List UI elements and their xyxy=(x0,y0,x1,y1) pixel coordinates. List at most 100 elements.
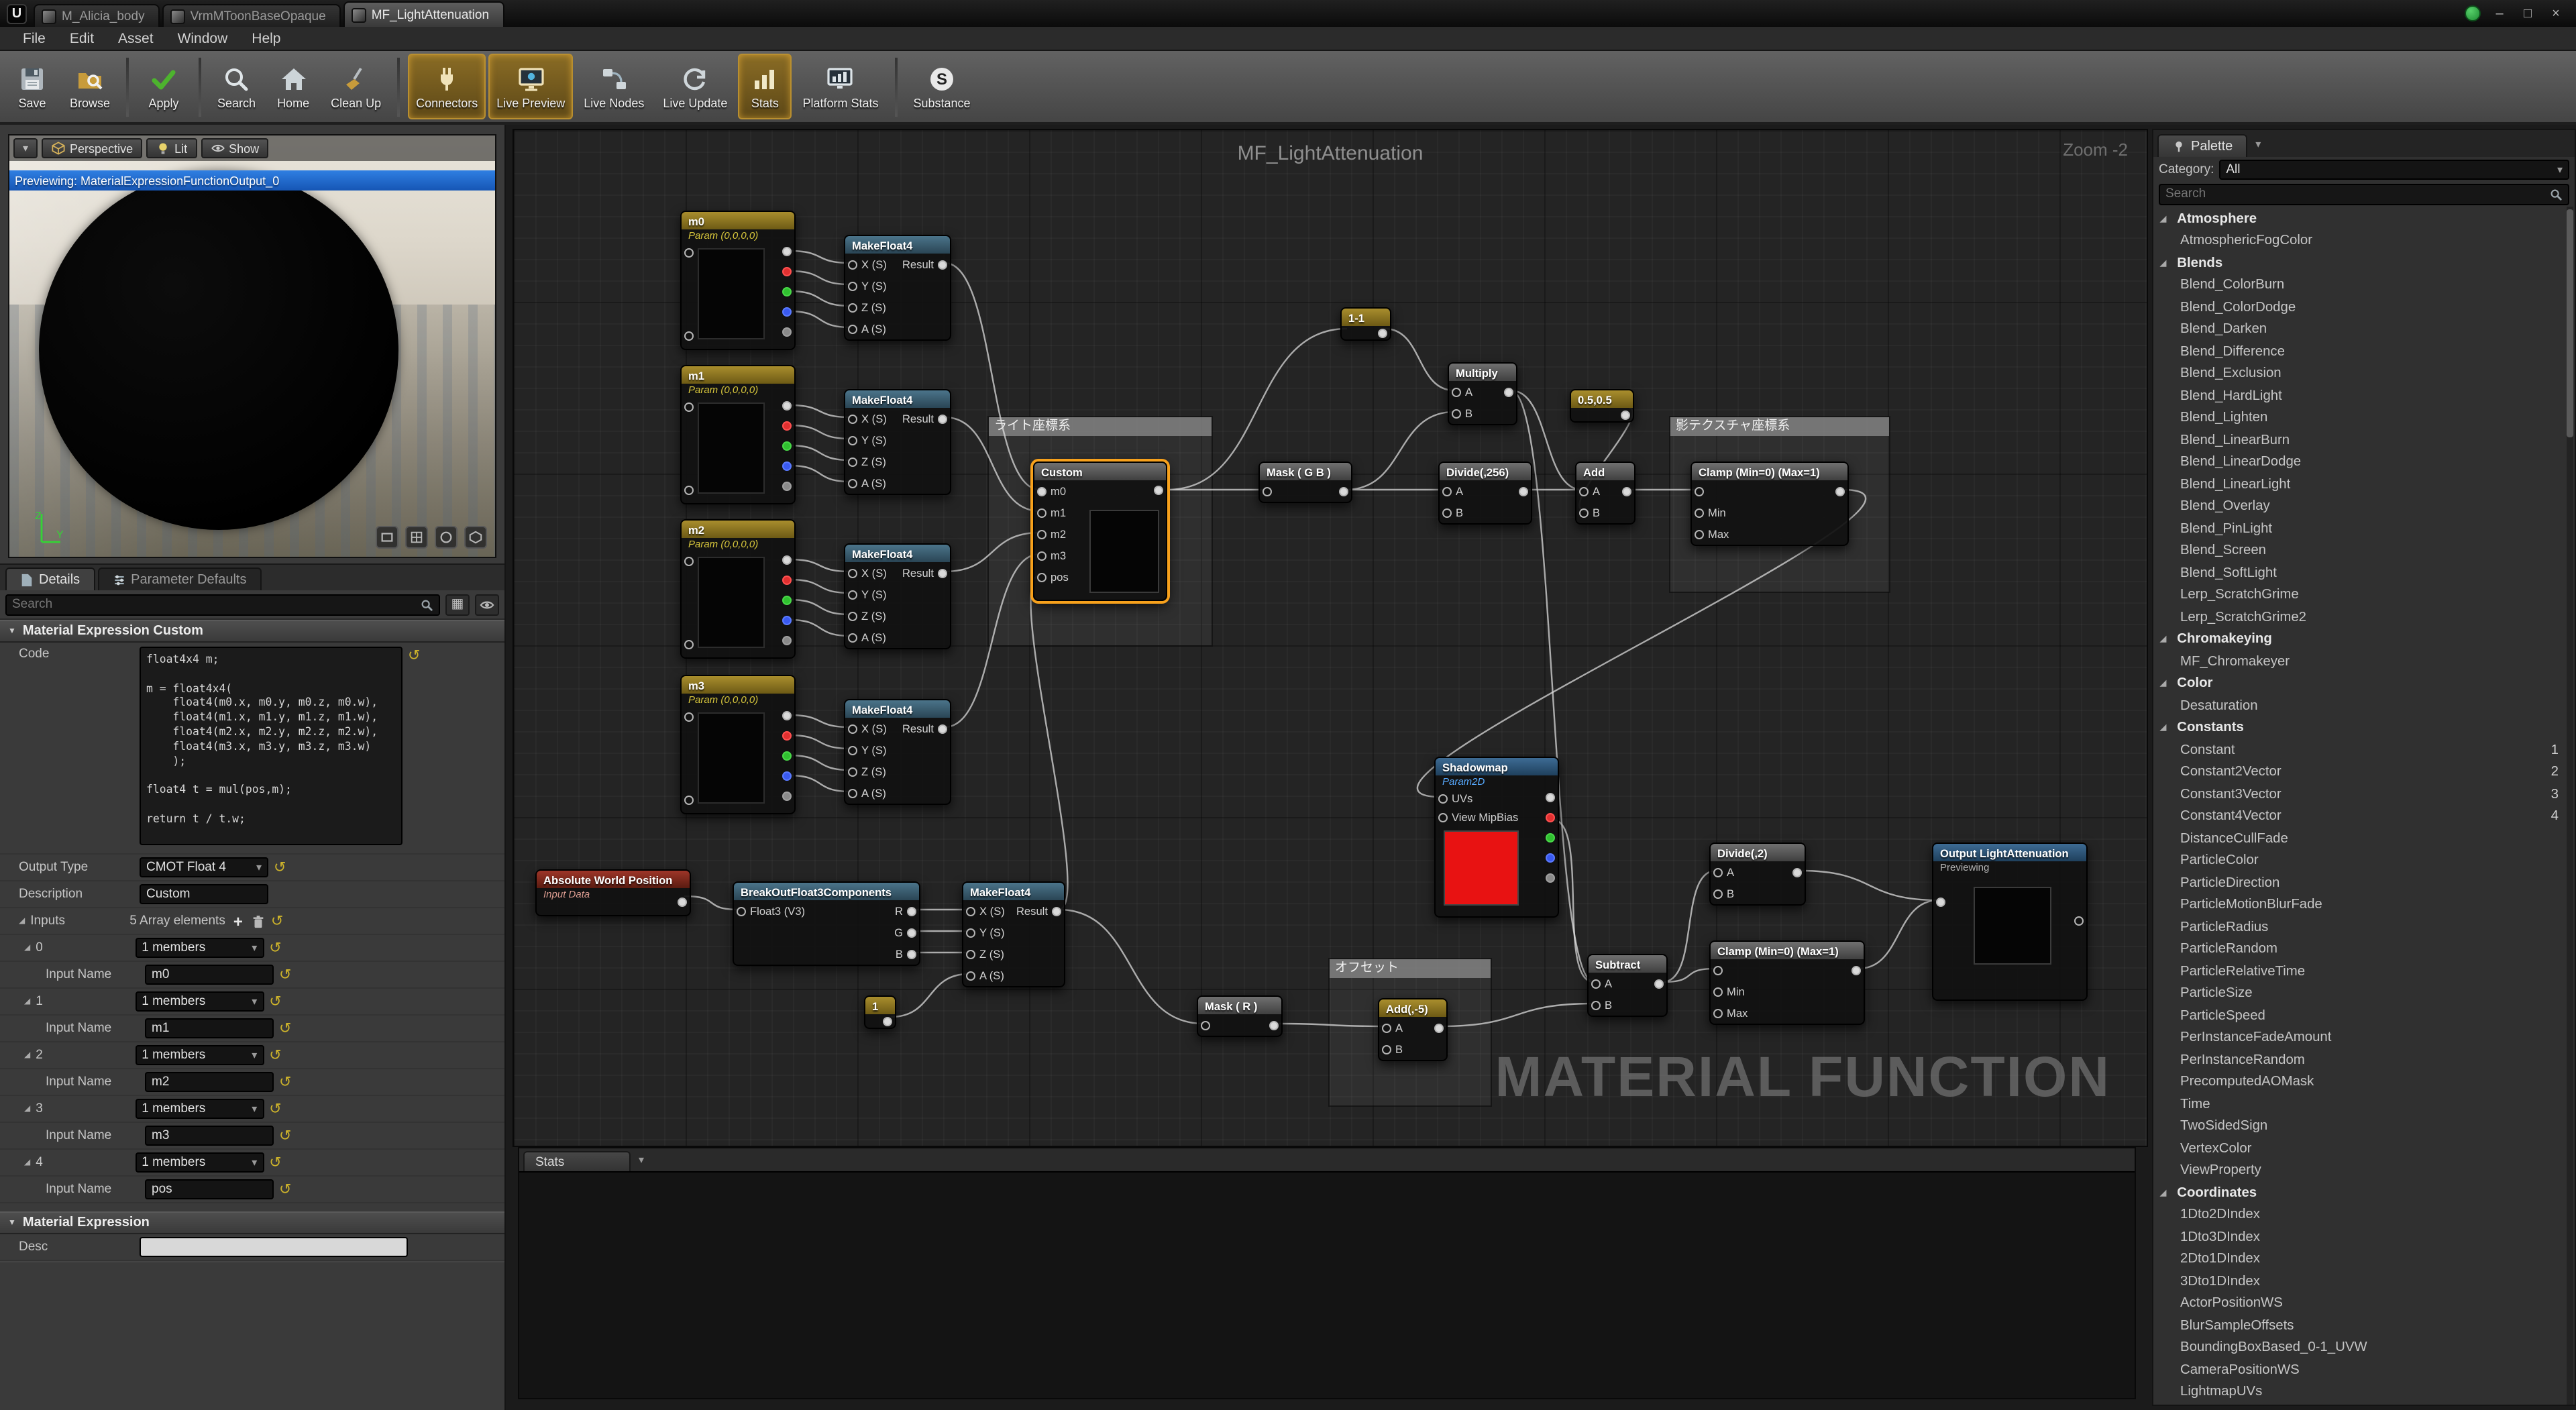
material-graph-canvas[interactable]: MATERIAL FUNCTION ライト座標系影テクスチャ座標系オフセット m… xyxy=(513,129,2148,1147)
palette-item-lerp-scratchgrime[interactable]: Lerp_ScratchGrime xyxy=(2153,584,2575,606)
output-pin[interactable] xyxy=(1504,387,1513,396)
palette-item-particlesize[interactable]: ParticleSize xyxy=(2153,983,2575,1005)
node-absolute-world-position[interactable]: Absolute World PositionInput Data xyxy=(535,869,691,916)
output-pin[interactable] xyxy=(782,441,792,451)
input-pin[interactable] xyxy=(1936,898,1945,907)
output-pin[interactable] xyxy=(938,260,947,269)
input-pin[interactable] xyxy=(848,590,857,599)
input-name-field[interactable] xyxy=(145,1018,274,1038)
input-pin[interactable] xyxy=(848,767,857,776)
palette-item-lerp-scratchgrime2[interactable]: Lerp_ScratchGrime2 xyxy=(2153,606,2575,629)
node-one[interactable]: 1 xyxy=(864,995,896,1029)
input-pin[interactable] xyxy=(1591,979,1601,988)
output-pin[interactable] xyxy=(782,482,792,491)
output-pin[interactable] xyxy=(1434,1023,1444,1032)
output-type-dropdown[interactable]: CMOT Float 4 ▾ xyxy=(140,857,268,877)
palette-item-atmosphericfogcolor[interactable]: AtmosphericFogColor xyxy=(2153,230,2575,252)
output-pin[interactable] xyxy=(1835,486,1845,496)
lit-button[interactable]: Lit xyxy=(146,138,197,158)
output-pin[interactable] xyxy=(1654,979,1664,988)
input-pin[interactable] xyxy=(1442,508,1452,517)
output-pin[interactable] xyxy=(782,421,792,431)
palette-item-3dto1dindex[interactable]: 3Dto1DIndex xyxy=(2153,1270,2575,1293)
input-pin[interactable] xyxy=(1579,508,1589,517)
input-pin[interactable] xyxy=(966,971,975,980)
node-custom[interactable]: Customm0m1m2m3pos xyxy=(1033,462,1167,601)
live-update-button[interactable]: Live Update xyxy=(655,54,735,119)
palette-item-blend-softlight[interactable]: Blend_SoftLight xyxy=(2153,562,2575,584)
search-button[interactable]: Search xyxy=(209,54,264,119)
tab-palette[interactable]: Palette xyxy=(2157,134,2247,157)
palette-item-time[interactable]: Time xyxy=(2153,1093,2575,1116)
output-pin[interactable] xyxy=(1378,329,1387,338)
output-pin[interactable] xyxy=(678,898,687,907)
reset-icon[interactable]: ↺ xyxy=(269,993,281,1010)
node-m0[interactable]: m0Param (0,0,0,0) xyxy=(680,211,796,350)
node-clamp-2[interactable]: Clamp (Min=0) (Max=1)MinMax xyxy=(1709,940,1865,1025)
output-pin[interactable] xyxy=(1546,853,1555,863)
description-field[interactable] xyxy=(140,884,268,904)
palette-item-constant2vector[interactable]: Constant2Vector2 xyxy=(2153,761,2575,783)
palette-item-particlespeed[interactable]: ParticleSpeed xyxy=(2153,1005,2575,1027)
output-pin[interactable] xyxy=(782,751,792,761)
input-pin[interactable] xyxy=(1438,794,1448,803)
output-pin[interactable] xyxy=(782,596,792,605)
platform-stats-button[interactable]: Platform Stats xyxy=(794,54,886,119)
members-dropdown[interactable]: 1 members▾ xyxy=(135,1152,264,1173)
palette-item-blend-linearlight[interactable]: Blend_LinearLight xyxy=(2153,474,2575,496)
reset-icon[interactable]: ↺ xyxy=(271,912,283,930)
input-pin[interactable] xyxy=(1713,889,1723,898)
input-pin[interactable] xyxy=(848,633,857,642)
palette-item-blend-hardlight[interactable]: Blend_HardLight xyxy=(2153,385,2575,407)
chevron-down-icon[interactable]: ▾ xyxy=(639,1154,644,1166)
output-pin[interactable] xyxy=(938,568,947,578)
output-pin[interactable] xyxy=(907,928,916,937)
details-search-input[interactable] xyxy=(12,597,415,612)
palette-item-perinstancerandom[interactable]: PerInstanceRandom xyxy=(2153,1049,2575,1071)
palette-item-constant4vector[interactable]: Constant4Vector4 xyxy=(2153,806,2575,828)
property-matrix-button[interactable]: ▦ xyxy=(445,594,470,615)
input-pin[interactable] xyxy=(848,478,857,488)
output-pin[interactable] xyxy=(1792,867,1802,877)
palette-item-blend-colordodge[interactable]: Blend_ColorDodge xyxy=(2153,296,2575,319)
input-pin[interactable] xyxy=(1695,486,1704,496)
output-pin[interactable] xyxy=(1621,411,1630,420)
output-pin[interactable] xyxy=(938,414,947,423)
input-pin[interactable] xyxy=(966,949,975,959)
palette-item-blend-screen[interactable]: Blend_Screen xyxy=(2153,540,2575,562)
palette-item-actorpositionws[interactable]: ActorPositionWS xyxy=(2153,1293,2575,1315)
input-pin[interactable] xyxy=(1713,987,1723,996)
tab-stats[interactable]: Stats xyxy=(523,1151,631,1171)
expander-icon[interactable]: ◢ xyxy=(2160,215,2166,224)
palette-item-particlecolor[interactable]: ParticleColor xyxy=(2153,850,2575,872)
input-pin[interactable] xyxy=(848,788,857,798)
input-pin[interactable] xyxy=(1263,486,1272,496)
input-pin[interactable] xyxy=(1442,486,1452,496)
tab-vrmmtoonbaseopaque[interactable]: VrmMToonBaseOpaque xyxy=(162,4,341,27)
palette-item-viewproperty[interactable]: ViewProperty xyxy=(2153,1160,2575,1182)
show-button[interactable]: Show xyxy=(201,138,268,158)
delete-elements-button[interactable] xyxy=(243,913,266,929)
live-nodes-button[interactable]: Live Nodes xyxy=(576,54,652,119)
palette-item-distancecullfade[interactable]: DistanceCullFade xyxy=(2153,828,2575,850)
connectors-button[interactable]: Connectors xyxy=(408,54,486,119)
output-pin[interactable] xyxy=(1546,793,1555,802)
input-pin[interactable] xyxy=(1037,551,1046,560)
chevron-down-icon[interactable]: ▾ xyxy=(2255,138,2261,150)
input-pin[interactable] xyxy=(684,248,694,258)
output-pin[interactable] xyxy=(782,711,792,720)
node-mask-gb[interactable]: Mask ( G B ) xyxy=(1258,462,1352,503)
input-pin[interactable] xyxy=(1452,387,1461,396)
palette-item-constant[interactable]: Constant1 xyxy=(2153,739,2575,761)
input-pin[interactable] xyxy=(1037,572,1046,582)
palette-item-constant3vector[interactable]: Constant3Vector3 xyxy=(2153,783,2575,806)
reset-icon[interactable]: ↺ xyxy=(408,647,420,664)
output-pin[interactable] xyxy=(782,247,792,256)
expander-icon[interactable]: ◢ xyxy=(2160,259,2166,268)
palette-item-2dto1dindex[interactable]: 2Dto1DIndex xyxy=(2153,1248,2575,1270)
input-pin[interactable] xyxy=(848,324,857,333)
category-dropdown[interactable]: All ▾ xyxy=(2219,159,2569,179)
node-mask-r[interactable]: Mask ( R ) xyxy=(1197,995,1283,1037)
palette-category-chromakeying[interactable]: ◢Chromakeying xyxy=(2153,629,2575,651)
close-button[interactable]: × xyxy=(2546,6,2565,21)
